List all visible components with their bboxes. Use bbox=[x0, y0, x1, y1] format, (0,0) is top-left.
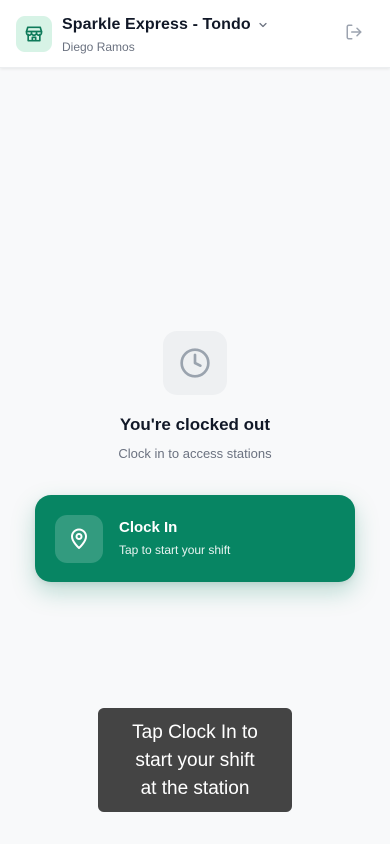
app-screen: Sparkle Express - Tondo Diego Ramos You'… bbox=[0, 0, 390, 844]
logout-button[interactable] bbox=[344, 24, 364, 44]
status-subtitle: Clock in to access stations bbox=[118, 446, 272, 461]
app-header: Sparkle Express - Tondo Diego Ramos bbox=[0, 0, 390, 68]
chevron-down-icon bbox=[257, 19, 269, 31]
tooltip-line-1: Tap Clock In to bbox=[132, 722, 258, 743]
location-pin-icon bbox=[55, 515, 103, 563]
tooltip-line-2: start your shift bbox=[135, 750, 255, 771]
store-name: Sparkle Express - Tondo bbox=[62, 16, 251, 33]
store-switcher[interactable]: Sparkle Express - Tondo bbox=[62, 16, 269, 34]
status-title: You're clocked out bbox=[119, 415, 271, 434]
clock-in-title: Clock In bbox=[119, 519, 178, 536]
store-icon bbox=[16, 16, 52, 52]
user-name: Diego Ramos bbox=[62, 40, 135, 54]
logout-icon bbox=[345, 23, 363, 46]
clock-icon bbox=[163, 331, 227, 395]
clock-in-subtitle: Tap to start your shift bbox=[119, 543, 231, 557]
tooltip-line-3: at the station bbox=[140, 778, 250, 799]
hint-tooltip: Tap Clock In to start your shift at the … bbox=[98, 708, 292, 812]
clock-in-button[interactable]: Clock In Tap to start your shift bbox=[35, 495, 355, 582]
